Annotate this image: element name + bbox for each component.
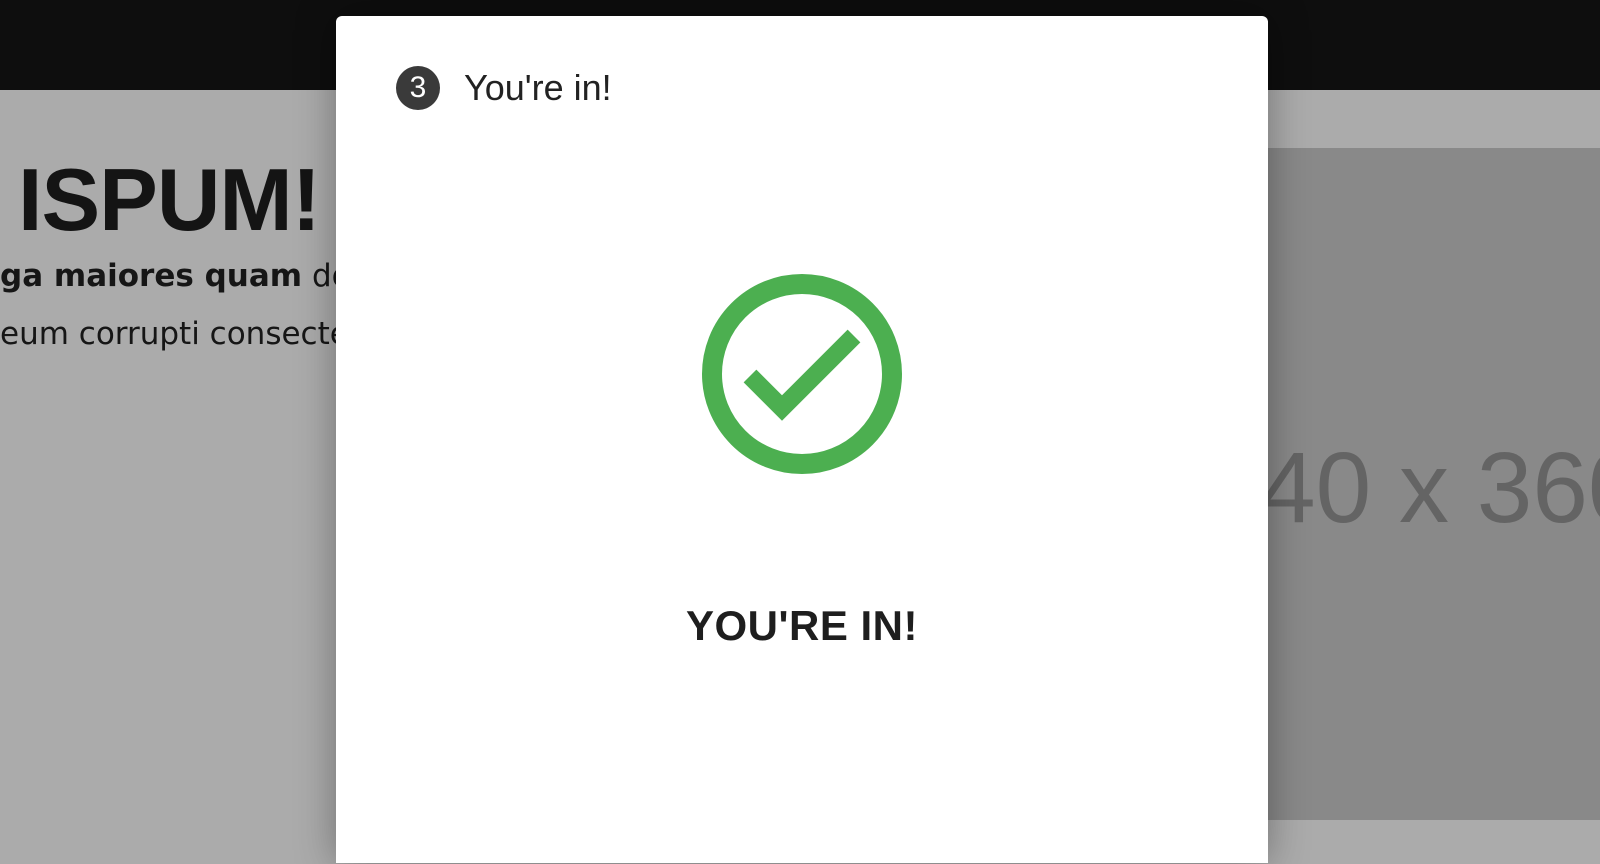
signup-success-modal: 3 You're in! YOU'RE IN! <box>336 16 1268 863</box>
page: ISPUM! ga maiores quam dol eum corrupti … <box>0 0 1600 864</box>
check-circle-icon <box>702 274 902 474</box>
step-number-badge: 3 <box>396 66 440 110</box>
check-mark <box>743 329 861 421</box>
modal-header: 3 You're in! <box>396 66 612 110</box>
success-heading: YOU'RE IN! <box>685 602 918 649</box>
check-circle-ring <box>702 274 902 474</box>
modal-title: You're in! <box>464 67 612 108</box>
